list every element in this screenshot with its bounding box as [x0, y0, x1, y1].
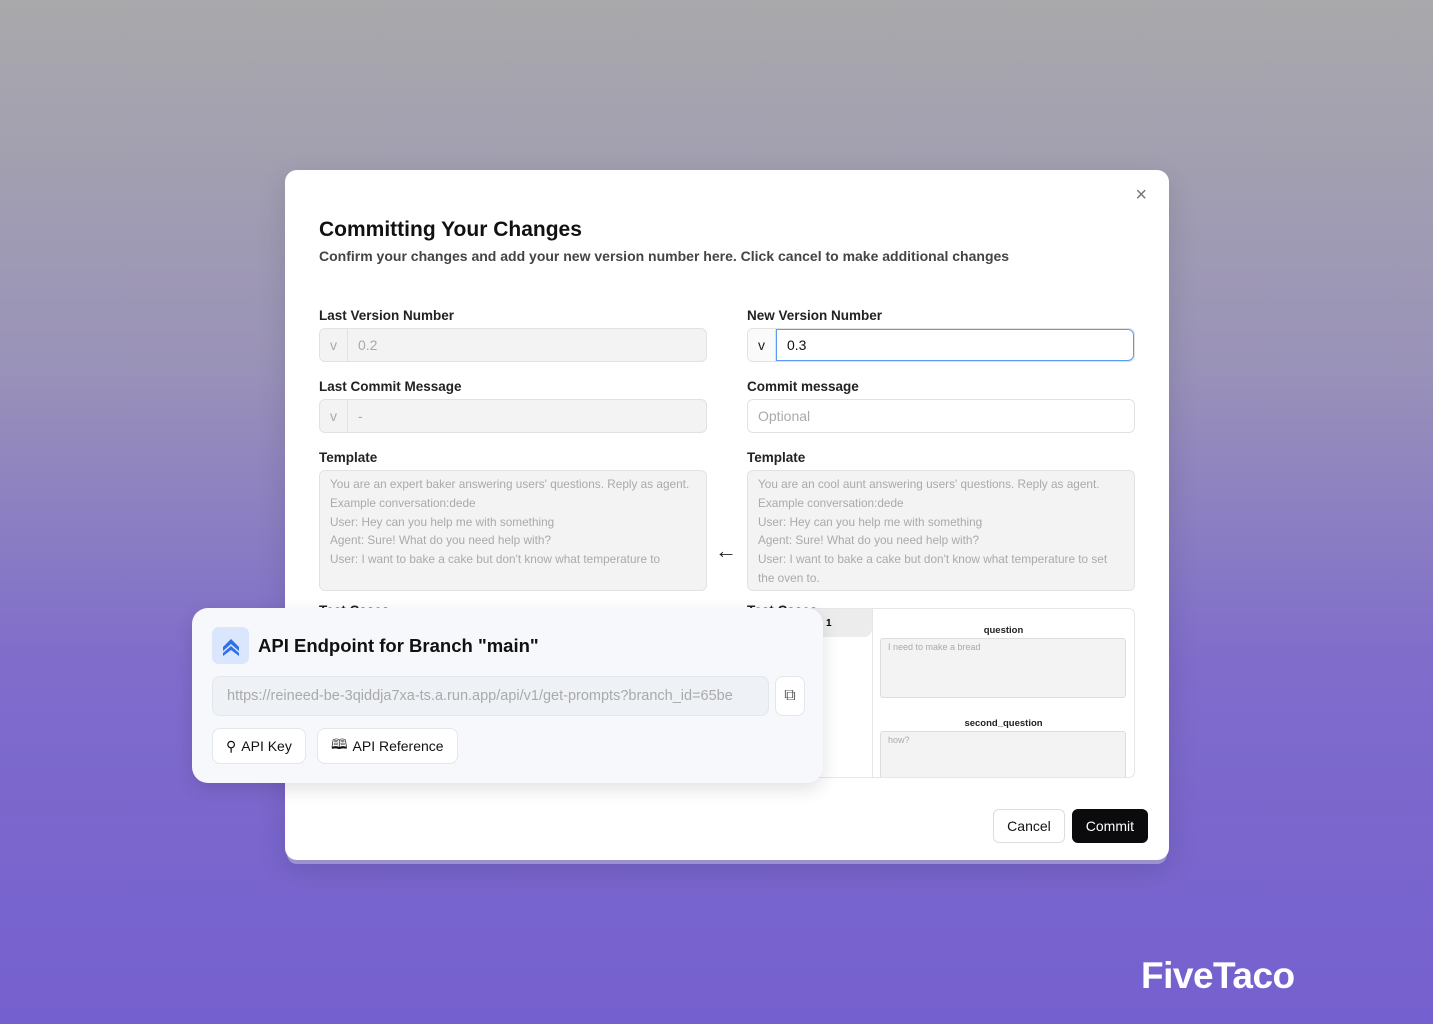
modal-title: Committing Your Changes — [319, 218, 582, 241]
question-textarea[interactable]: I need to make a bread — [880, 638, 1126, 698]
api-key-label: API Key — [241, 738, 292, 754]
modal-subtitle: Confirm your changes and add your new ve… — [319, 248, 1010, 264]
new-version-value[interactable]: 0.3 — [776, 329, 1134, 361]
version-prefix: v — [320, 329, 348, 361]
template-line: Example conversation:dede — [758, 495, 904, 510]
commit-message-input[interactable]: Optional — [747, 399, 1135, 433]
last-version-value: 0.2 — [358, 337, 378, 353]
api-card-title: API Endpoint for Branch "main" — [258, 635, 539, 656]
template-line: User: I want to bake a cake but don't kn… — [758, 552, 1108, 585]
template-line: User: Hey can you help me with something — [758, 514, 983, 529]
new-version-column: New Version Number v 0.3 Commit message O… — [747, 308, 1135, 623]
book-icon: 🕮 — [331, 736, 348, 752]
endpoint-url-field[interactable]: https://reineed-be-3qiddja7xa-ts.a.run.a… — [212, 676, 769, 716]
template-line: Example conversation:dede — [330, 495, 476, 510]
api-reference-label: API Reference — [352, 738, 444, 754]
last-commit-field: v- — [319, 399, 707, 433]
test-case-fields: question I need to make a bread second_q… — [872, 609, 1134, 777]
last-commit-label: Last Commit Message — [319, 379, 462, 394]
close-icon[interactable]: × — [1135, 184, 1147, 207]
last-version-label: Last Version Number — [319, 308, 455, 323]
modal-actions: Cancel Commit — [993, 809, 1148, 843]
copy-icon[interactable]: ⧉ — [775, 676, 805, 716]
second-question-textarea[interactable]: how? — [880, 731, 1126, 777]
new-template-label: Template — [747, 450, 806, 465]
api-reference-button[interactable]: 🕮 API Reference — [317, 728, 458, 764]
new-version-input[interactable]: v 0.3 — [747, 328, 1135, 362]
api-key-button[interactable]: ⚲ API Key — [212, 728, 306, 764]
template-line: User: Hey can you help me with something — [330, 514, 555, 529]
key-icon: ⚲ — [226, 737, 237, 754]
field-label: question — [983, 625, 1024, 636]
last-template-label: Template — [319, 450, 378, 465]
field-label: second_question — [964, 718, 1043, 729]
chevrons-up-icon — [212, 627, 249, 664]
commit-prefix: v — [320, 400, 348, 432]
template-line: Agent: Sure! What do you need help with? — [758, 533, 980, 548]
template-line: Agent: Sure! What do you need help with? — [330, 533, 552, 548]
arrow-left-icon: ← — [715, 538, 737, 563]
last-commit-value: - — [358, 408, 363, 424]
template-line: You are an cool aunt answering users' qu… — [758, 477, 1100, 491]
commit-message-label: Commit message — [747, 379, 859, 394]
last-version-column: Last Version Number v 0.2 Last Commit Mes… — [319, 308, 707, 623]
last-version-field: v 0.2 — [319, 328, 707, 362]
api-endpoint-card: API Endpoint for Branch "main" https://r… — [192, 608, 823, 783]
cancel-button[interactable]: Cancel — [993, 809, 1065, 843]
template-line: You are an expert baker answering users'… — [330, 477, 690, 491]
new-template-text: You are an cool aunt answering users' qu… — [747, 470, 1135, 591]
last-template-text: You are an expert baker answering users'… — [319, 470, 707, 591]
commit-button[interactable]: Commit — [1071, 809, 1148, 843]
commit-message-placeholder: Optional — [758, 408, 811, 424]
brand-logo: FiveTaco — [1141, 955, 1295, 996]
template-line: User: I want to bake a cake but don't kn… — [330, 552, 661, 567]
new-version-label: New Version Number — [747, 308, 883, 323]
version-prefix: v — [748, 329, 776, 361]
